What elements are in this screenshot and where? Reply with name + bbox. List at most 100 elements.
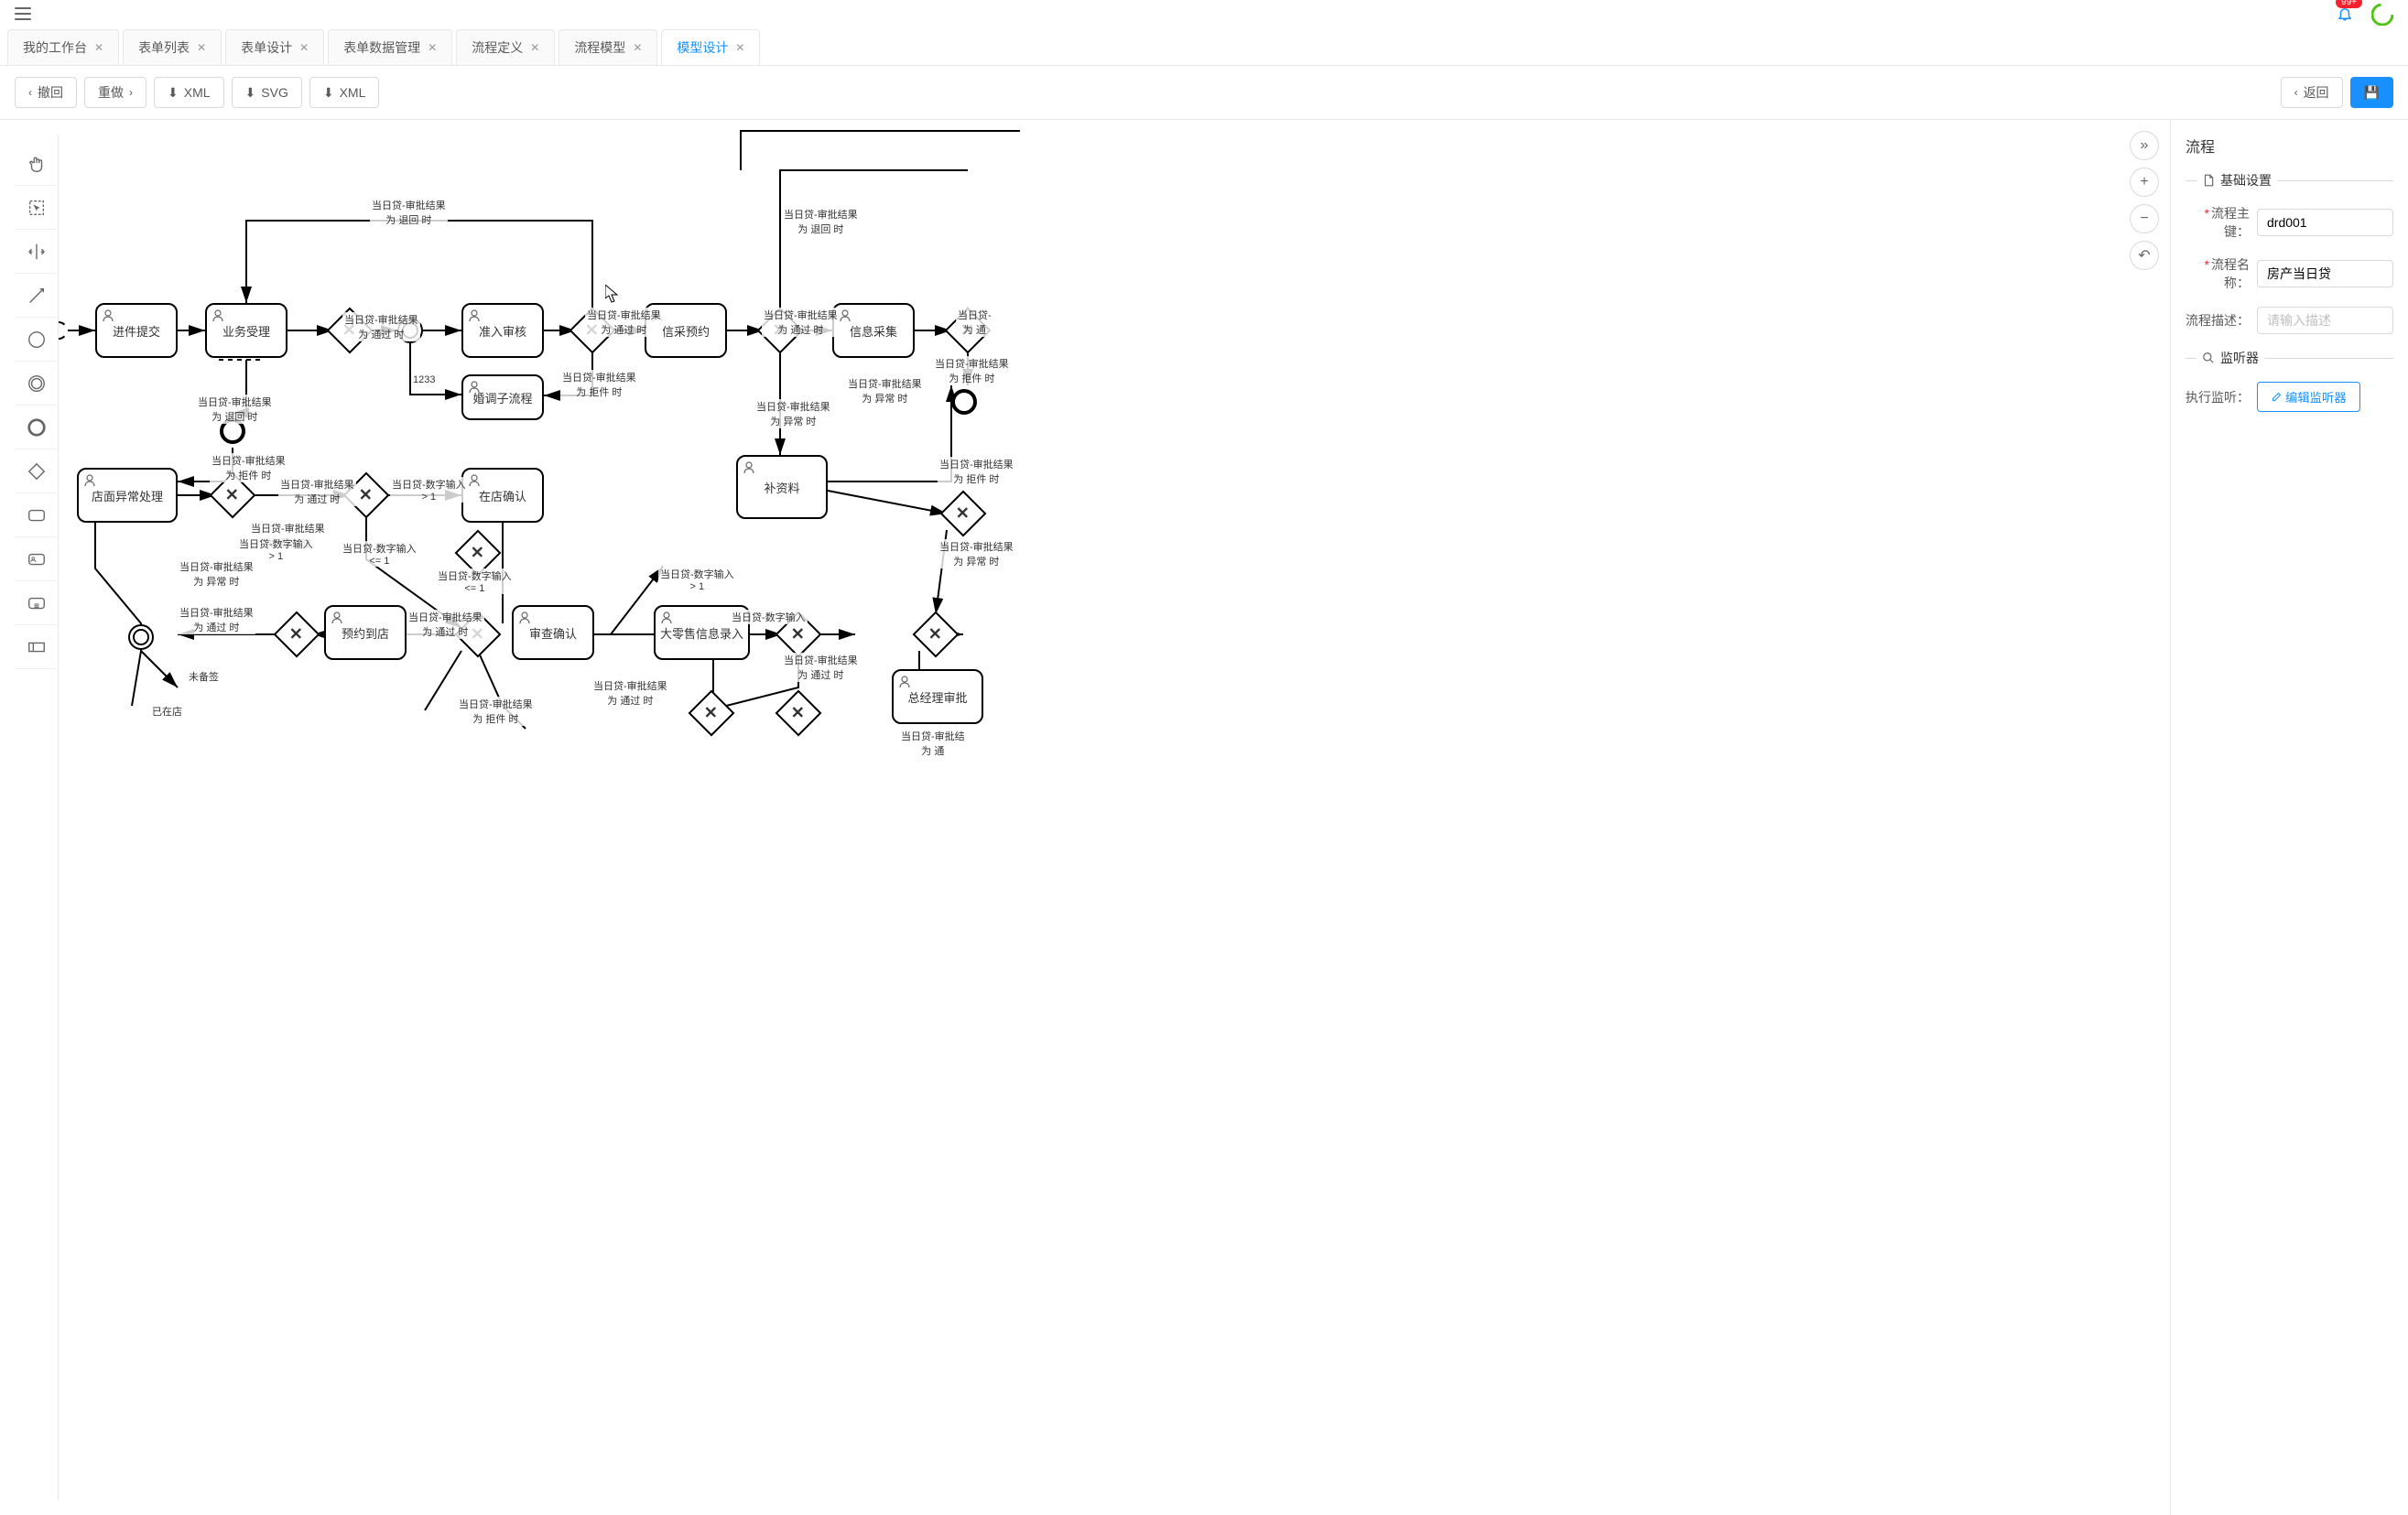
task-instore-confirm[interactable]: 在店确认: [461, 468, 544, 523]
undo-button[interactable]: ‹撤回: [15, 77, 77, 108]
edge-label: 当日贷-数字输入 > 1: [658, 567, 736, 592]
edge-label: 当日贷-审批结果 为 通过 时: [342, 312, 420, 341]
gateway-icon[interactable]: [15, 449, 59, 493]
back-button[interactable]: ‹返回: [2281, 77, 2343, 108]
close-icon[interactable]: ✕: [299, 41, 309, 54]
process-desc-label: 流程描述：: [2186, 311, 2250, 330]
tab-label: 表单列表: [138, 38, 190, 57]
toolbar: ‹撤回 重做› ⬇XML ⬇SVG ⬇XML ‹返回 💾: [0, 66, 2408, 120]
end-event[interactable]: [951, 389, 977, 415]
task-accept[interactable]: 业务受理: [205, 303, 287, 358]
pool-icon[interactable]: [15, 625, 59, 669]
collapse-panel-button[interactable]: »: [2130, 131, 2159, 160]
space-tool-icon[interactable]: [15, 230, 59, 274]
lasso-tool-icon[interactable]: [15, 186, 59, 230]
notification-badge: 99+: [2336, 0, 2362, 8]
close-icon[interactable]: ✕: [735, 41, 744, 54]
zoom-in-button[interactable]: +: [2130, 168, 2159, 197]
chevron-left-icon: ‹: [28, 86, 32, 99]
redo-button[interactable]: 重做›: [84, 77, 146, 108]
tab-label: 模型设计: [677, 38, 728, 57]
end-event-icon[interactable]: [15, 406, 59, 449]
close-icon[interactable]: ✕: [633, 41, 642, 54]
tab-form-list[interactable]: 表单列表 ✕: [123, 29, 222, 65]
edge-label: 当日贷-审批结果 为 拒件 时: [210, 453, 287, 482]
intermediate-event[interactable]: [128, 624, 154, 650]
tabs-bar: 我的工作台✕ 表单列表 ✕ 表单设计 ✕ 表单数据管理✕ 流程定义✕ 流程模型 ✕ 模…: [0, 29, 2408, 66]
task-appt-store[interactable]: 预约到店: [324, 605, 407, 660]
tab-label: 表单设计: [241, 38, 292, 57]
close-icon[interactable]: ✕: [530, 41, 539, 54]
process-name-input[interactable]: [2257, 260, 2393, 287]
edge-label: 当日贷-审批结果 为 异常 时: [938, 539, 1015, 568]
edge-label: 当日贷-审批结果 为 异常 时: [846, 376, 924, 406]
task-info-collect[interactable]: 信息采集: [832, 303, 915, 358]
user-task-icon[interactable]: [15, 537, 59, 581]
top-header: 99+: [0, 0, 2408, 29]
properties-panel: 流程 基础设置 *流程主键： *流程名称： 流程描述： 监听器 执行监听： 编辑…: [2170, 120, 2408, 1515]
edge-label: 当日贷-审批结果 为 退回 时: [196, 395, 274, 424]
download-xml2-button[interactable]: ⬇XML: [309, 77, 380, 108]
task-gm-approve[interactable]: 总经理审批: [892, 669, 983, 724]
edge-label: 未备签: [187, 669, 221, 684]
download-icon: ⬇: [323, 85, 334, 101]
tab-workbench[interactable]: 我的工作台✕: [7, 29, 119, 65]
edge-label: 当日贷- 为 通: [956, 308, 993, 337]
tab-process-def[interactable]: 流程定义✕: [456, 29, 555, 65]
download-svg-button[interactable]: ⬇SVG: [232, 77, 302, 108]
edge-label: 当日贷-数字输入 <= 1: [436, 568, 514, 594]
process-name-label: *流程名称：: [2186, 255, 2250, 292]
menu-toggle-icon[interactable]: [15, 7, 31, 22]
main-layout: » + − ↶: [0, 120, 2408, 1515]
edit-icon: [2271, 392, 2282, 403]
save-button[interactable]: 💾: [2350, 77, 2393, 108]
edit-listener-button[interactable]: 编辑监听器: [2257, 382, 2360, 412]
edge-label: 当日贷-审批结果 为 通过 时: [278, 477, 356, 506]
download-icon: ⬇: [245, 85, 256, 101]
edge-label: 当日贷-数字输入 <= 1: [341, 541, 418, 567]
process-key-label: *流程主键：: [2186, 204, 2250, 241]
task-submit[interactable]: 进件提交: [95, 303, 178, 358]
global-connect-icon[interactable]: [15, 274, 59, 318]
tab-process-model[interactable]: 流程模型 ✕: [559, 29, 657, 65]
tab-form-design[interactable]: 表单设计 ✕: [225, 29, 324, 65]
edge-label: 当日贷-审批结 为 通: [899, 729, 967, 758]
edge-label: 当日贷-数字输入 > 1: [237, 536, 315, 562]
notification-bell-icon[interactable]: 99+: [2337, 5, 2353, 25]
intermediate-event-icon[interactable]: [15, 362, 59, 406]
user-avatar-icon[interactable]: [2371, 4, 2393, 26]
edge-label: 当日贷-数字输入: [730, 610, 808, 624]
hand-tool-icon[interactable]: [15, 142, 59, 186]
close-icon[interactable]: ✕: [428, 41, 437, 54]
edge-label: 当日贷-审批结果 为 拒件 时: [933, 356, 1011, 385]
chevron-right-icon: ›: [129, 86, 133, 99]
task-review[interactable]: 准入审核: [461, 303, 544, 358]
edge-label: 当日贷-审批结果 为 通过 时: [585, 308, 663, 337]
bpmn-canvas[interactable]: » + − ↶: [59, 120, 2170, 1515]
task-supplement[interactable]: 补资料: [736, 455, 828, 519]
tab-model-design[interactable]: 模型设计 ✕: [661, 29, 760, 65]
save-icon: 💾: [2364, 85, 2380, 101]
task-store-exception[interactable]: 店面异常处理: [77, 468, 178, 523]
edge-label: 当日贷-审批结果 为 通过 时: [407, 610, 484, 639]
bpmn-palette: [15, 135, 59, 1500]
edge-label: 已在店: [150, 704, 184, 719]
undo-canvas-button[interactable]: ↶: [2130, 241, 2159, 270]
subprocess-icon[interactable]: [15, 581, 59, 625]
process-desc-input[interactable]: [2257, 307, 2393, 334]
edge-label: 1233: [411, 374, 437, 385]
task-icon[interactable]: [15, 493, 59, 537]
edge-label: 当日贷-审批结果 为 异常 时: [754, 399, 832, 428]
panel-title: 流程: [2186, 135, 2393, 157]
download-xml-button[interactable]: ⬇XML: [154, 77, 224, 108]
close-icon[interactable]: ✕: [197, 41, 206, 54]
zoom-out-button[interactable]: −: [2130, 204, 2159, 233]
tab-form-data[interactable]: 表单数据管理✕: [328, 29, 452, 65]
process-key-input[interactable]: [2257, 209, 2393, 236]
start-event-icon[interactable]: [15, 318, 59, 362]
edge-label: 当日贷-审批结果 为 拒件 时: [457, 697, 535, 726]
tab-label: 流程模型: [574, 38, 625, 57]
task-inspect[interactable]: 审查确认: [512, 605, 594, 660]
task-marriage[interactable]: 婚调子流程: [461, 374, 544, 420]
close-icon[interactable]: ✕: [94, 41, 103, 54]
